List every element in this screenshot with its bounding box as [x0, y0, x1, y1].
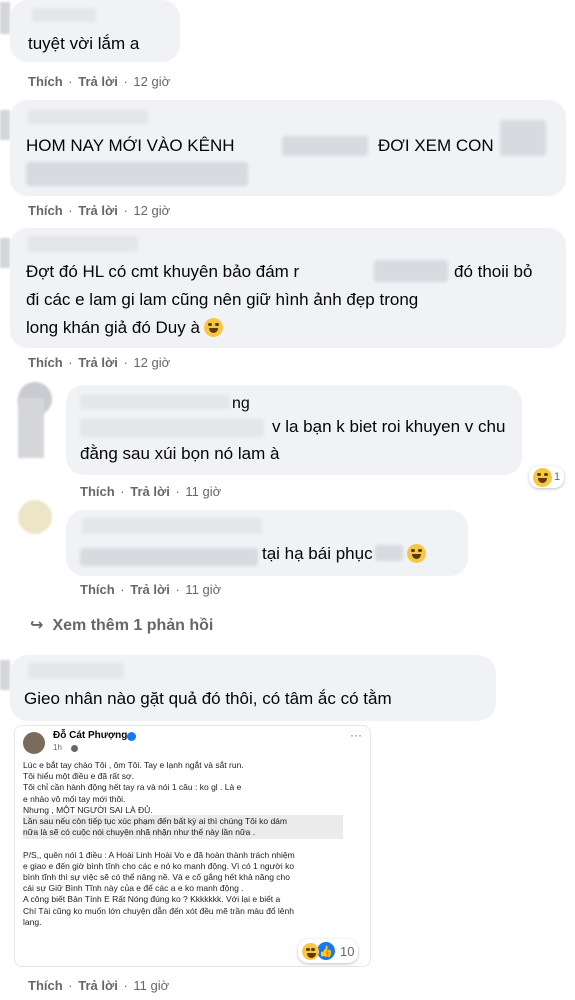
timestamp[interactable]: 12 giờ: [133, 74, 170, 89]
post-text-line: lang.: [23, 916, 42, 927]
timestamp[interactable]: 12 giờ: [133, 203, 170, 218]
like-link[interactable]: Thích: [80, 484, 115, 499]
highlight-bar: [23, 815, 343, 839]
avatar[interactable]: [0, 660, 10, 690]
like-link[interactable]: Thích: [28, 978, 63, 993]
timestamp[interactable]: 11 giờ: [185, 484, 221, 499]
like-link[interactable]: Thích: [28, 203, 63, 218]
post-text-line: cái sự Giữ Bình Tĩnh này của e để các a …: [23, 883, 244, 894]
verified-badge-icon: [127, 732, 136, 741]
redacted-text: [26, 162, 248, 186]
reaction-number: 1: [554, 471, 561, 483]
comment-actions: Thích · Trả lời · 12 giờ: [28, 355, 171, 370]
avatar[interactable]: [0, 110, 10, 140]
redacted-name: [28, 236, 138, 252]
reply-arrow-icon: ↪: [30, 617, 44, 634]
post-text-line: Chí Tài cũng ko muốn lớn chuyện dẫn đến …: [23, 905, 294, 916]
reply-bubble: ng v la bạn k biet roi khuyen v chu đằng…: [66, 385, 522, 475]
comment-text: Gieo nhân nào gặt quả đó thôi, có tâm ắc…: [24, 689, 392, 708]
avatar[interactable]: [18, 500, 52, 534]
globe-icon: [71, 745, 78, 752]
laughing-emoji-icon: [302, 942, 319, 960]
embedded-post-image[interactable]: Đỗ Cát Phượng 1h ··· Lúc e bắt tay chào …: [14, 725, 371, 967]
post-author-avatar: [23, 732, 45, 754]
like-link[interactable]: Thích: [80, 582, 115, 597]
laughing-emoji-icon: [533, 467, 552, 487]
reply-link[interactable]: Trả lời: [78, 203, 118, 218]
post-reactions[interactable]: 👍 10: [298, 939, 359, 963]
post-text-line: P/S,, quên nói 1 điều : A Hoài Linh Hoài…: [23, 849, 295, 860]
comment-text-part: Đợt đó HL có cmt khuyên bảo đám r: [26, 262, 300, 281]
avatar[interactable]: [0, 238, 10, 268]
post-author-name: Đỗ Cát Phượng: [53, 730, 128, 741]
comment-text-part: đó thoii bỏ: [454, 262, 533, 281]
post-text-line: Lúc e bắt tay chào Tôi , ôm Tôi. Tay e l…: [23, 760, 244, 770]
reply-actions: Thích · Trả lời · 11 giờ: [80, 484, 222, 499]
avatar[interactable]: [0, 2, 10, 34]
redacted-name: [82, 518, 262, 534]
comment-actions: Thích · Trả lời · 12 giờ: [28, 203, 171, 218]
reply-text-line: v la bạn k biet roi khuyen v chu: [272, 417, 506, 436]
post-text-line: Tôi chỉ cần hành động hết tay ra và nói …: [23, 782, 242, 793]
redacted-text: [80, 419, 264, 437]
post-text-line: e giao e đến giờ bình tĩnh cho các e nó …: [23, 860, 295, 871]
laughing-emoji-icon: [203, 318, 223, 337]
post-text-line: A công biết Bản Tính E Rất Nóng đúng ko …: [23, 894, 281, 905]
reply-link[interactable]: Trả lời: [130, 582, 170, 597]
reply-text-fragment: tại hạ bái phục: [262, 544, 373, 563]
timestamp[interactable]: 11 giờ: [133, 978, 169, 993]
reaction-count[interactable]: 1: [529, 466, 565, 488]
comment-text-line: đi các e lam gi lam cũng nên giữ hình ản…: [26, 290, 419, 309]
comment-text-part: ĐƠI XEM CON: [378, 136, 494, 155]
reply-link[interactable]: Trả lời: [78, 74, 118, 89]
redacted-text: [374, 545, 403, 561]
comment-actions: Thích · Trả lời · 12 giờ: [28, 74, 171, 89]
reply-text: tại hạ bái phục: [262, 540, 426, 568]
like-icon: 👍: [316, 941, 336, 961]
post-text-line: Tôi hiểu một điều e đã rất sợ.: [23, 771, 134, 782]
redacted-name: [80, 395, 230, 409]
comment-text-fragment: long khán giả đó Duy à: [26, 318, 200, 337]
reply-text-line: đằng sau xúi bọn nó lam à: [80, 444, 280, 463]
see-more-label: Xem thêm 1 phản hồi: [52, 617, 214, 634]
avatar[interactable]: [18, 398, 44, 458]
more-options-icon: ···: [350, 728, 362, 742]
redacted-text: [500, 120, 546, 156]
reply-author-tail: ng: [232, 395, 250, 412]
comment-bubble: HOM NAY MỚI VÀO KÊNH ĐƠI XEM CON: [10, 100, 566, 196]
redacted-name: [28, 110, 148, 124]
timestamp[interactable]: 11 giờ: [185, 582, 221, 597]
laughing-emoji-icon: [406, 544, 426, 563]
like-link[interactable]: Thích: [28, 355, 63, 370]
see-more-replies-button[interactable]: ↪ Xem thêm 1 phản hồi: [30, 615, 213, 635]
comment-bubble: Đợt đó HL có cmt khuyên bảo đám r đó tho…: [10, 228, 566, 348]
reaction-count: 10: [340, 943, 355, 959]
redacted-text: [80, 548, 258, 566]
post-text-line: bình tĩnh thì sự việc sẽ có thể nâng nề.…: [23, 872, 291, 882]
comment-text-part: HOM NAY MỚI VÀO KÊNH: [26, 136, 235, 155]
redacted-text: [282, 136, 368, 156]
reply-link[interactable]: Trả lời: [78, 355, 118, 370]
comment-text: tuyệt vời lắm a: [28, 34, 140, 53]
reply-actions: Thích · Trả lời · 11 giờ: [80, 582, 222, 597]
reply-link[interactable]: Trả lời: [78, 978, 118, 993]
reply-bubble: tại hạ bái phục: [66, 510, 468, 576]
post-time: 1h: [53, 743, 62, 752]
comment-text-line: long khán giả đó Duy à: [26, 314, 223, 342]
reply-link[interactable]: Trả lời: [130, 484, 170, 499]
redacted-name: [28, 663, 124, 679]
comment-actions: Thích · Trả lời · 11 giờ: [28, 978, 170, 993]
redacted-name: [32, 8, 96, 22]
comment-bubble: tuyệt vời lắm a: [10, 0, 180, 62]
timestamp[interactable]: 12 giờ: [133, 355, 170, 370]
post-text-line: e nhảo vô mối tay mới thôi.: [23, 793, 126, 804]
redacted-text: [374, 260, 448, 282]
comment-bubble: Gieo nhân nào gặt quả đó thôi, có tâm ắc…: [10, 655, 496, 721]
like-link[interactable]: Thích: [28, 74, 63, 89]
